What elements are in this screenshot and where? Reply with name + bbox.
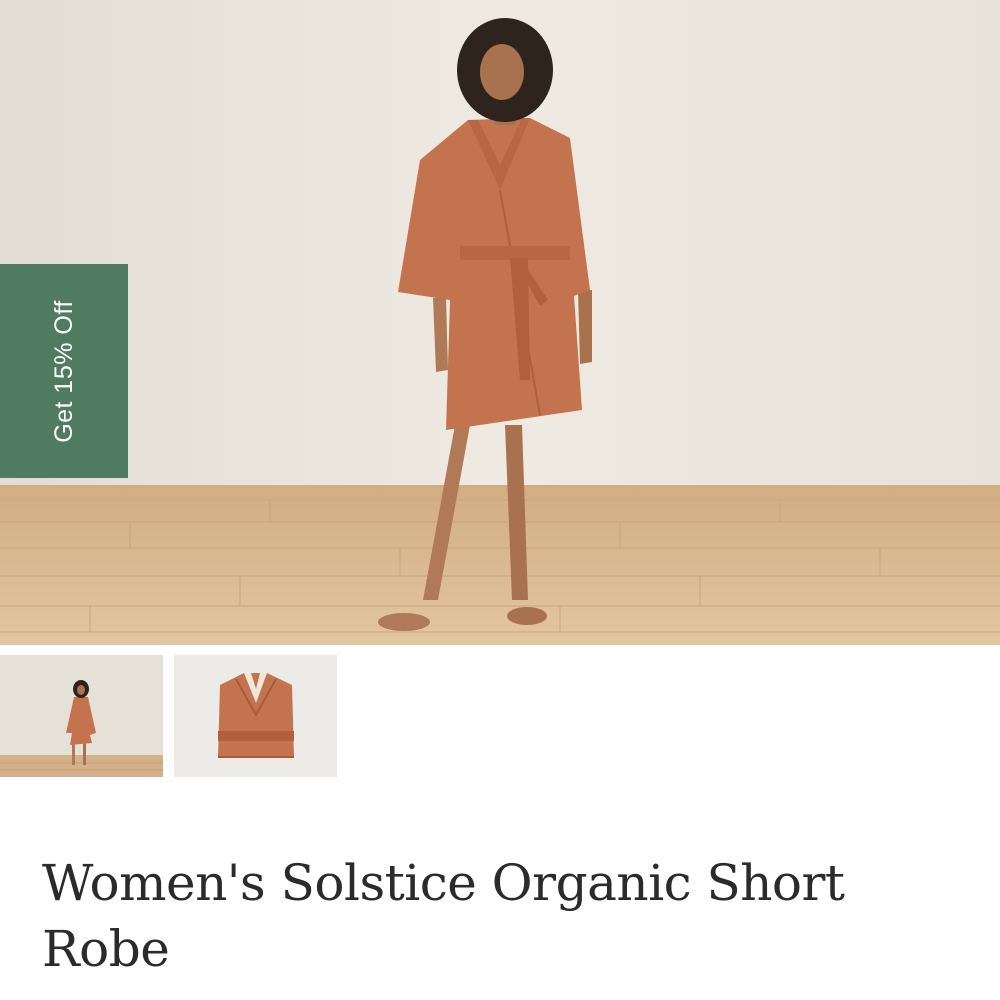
thumbnail-model[interactable] <box>0 655 163 777</box>
promo-tab-button[interactable]: Get 15% Off <box>0 264 128 478</box>
thumbnail-folded-photo <box>174 655 337 777</box>
thumbnail-folded-robe[interactable] <box>174 655 337 777</box>
promo-label: Get 15% Off <box>49 299 78 443</box>
main-product-image[interactable]: Get 15% Off <box>0 0 1000 645</box>
main-product-photo <box>0 0 1000 645</box>
product-title: Women's Solstice Organic Short Robe <box>42 854 845 978</box>
thumbnail-model-photo <box>0 655 163 777</box>
